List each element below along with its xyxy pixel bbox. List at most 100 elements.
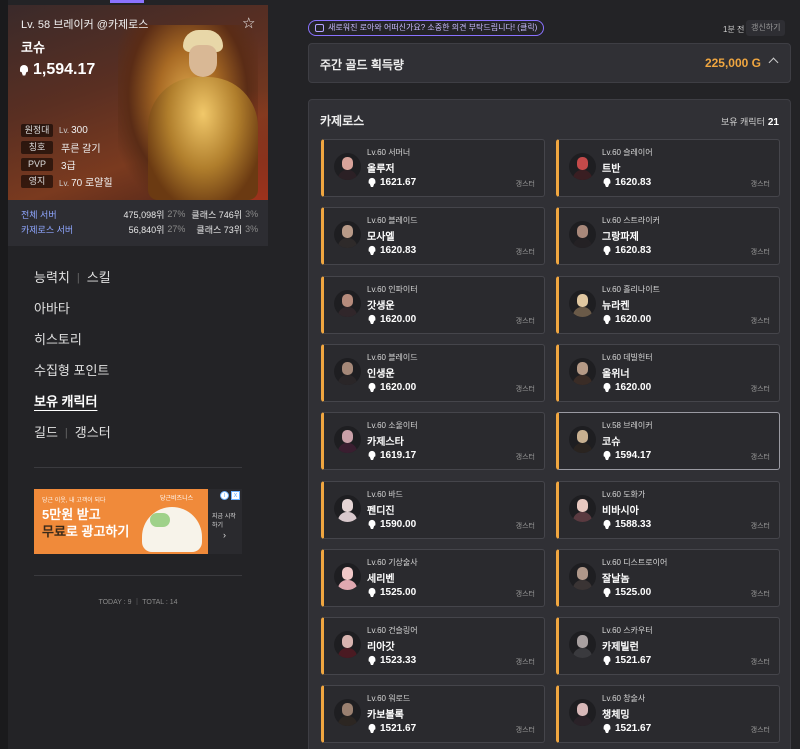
character-card[interactable]: Lv.60 데빌헌터 올위너 1620.00 갱스터 <box>556 344 780 402</box>
character-name: 잘날놈 <box>602 574 630 585</box>
character-guild-tag: 갱스터 <box>750 591 770 598</box>
character-name: 챙체밍 <box>602 710 630 721</box>
ranking-row-server: 카제로스 서버 56,840위 27% 클래스 73위 3% <box>21 222 261 236</box>
refresh-button[interactable]: 갱신하기 <box>746 20 786 36</box>
info-label: PVP <box>21 158 53 171</box>
character-item-level: 1620.00 <box>367 382 416 393</box>
info-value: Lv. 300 <box>59 125 88 136</box>
character-card[interactable]: Lv.60 홀리나이트 뉴라켄 1620.00 갱스터 <box>556 276 780 334</box>
character-name: 리아갓 <box>367 642 395 653</box>
character-item-level-value: 1525.00 <box>615 587 652 598</box>
info-row-pvp: PVP 3급 <box>21 156 113 173</box>
character-item-level-value: 1521.67 <box>615 723 652 734</box>
character-guild-tag: 갱스터 <box>750 454 770 461</box>
character-item-level: 1523.33 <box>367 655 416 666</box>
menu-item-stats[interactable]: 능력치 <box>34 268 70 288</box>
character-guild-tag: 갱스터 <box>515 591 535 598</box>
character-card[interactable]: Lv.60 슬레이어 트반 1620.83 갱스터 <box>556 139 780 197</box>
item-level-icon <box>368 314 377 324</box>
menu-item-characters[interactable]: 보유 캐릭터 <box>34 392 111 423</box>
item-level-icon <box>368 245 377 255</box>
character-item-level-value: 1594.17 <box>615 450 652 461</box>
item-level-icon <box>368 655 377 665</box>
ad-chevron-icon[interactable]: › <box>223 530 226 540</box>
character-item-level-value: 1590.00 <box>380 519 417 530</box>
character-avatar <box>334 290 361 317</box>
character-card[interactable]: Lv.60 블레이드 인생운 1620.00 갱스터 <box>321 344 545 402</box>
ad-cta-text[interactable]: 지금 시작하기 <box>212 511 236 529</box>
character-card[interactable]: Lv.58 브레이커 코슈 1594.17 갱스터 <box>556 412 780 470</box>
character-card[interactable]: Lv.60 건슬링어 리아갓 1523.33 갱스터 <box>321 617 545 675</box>
ad-banner[interactable]: 당근 이웃, 내 고객이 되다 당근비즈니스 5만원 받고 무료로 광고하기 지… <box>34 489 242 554</box>
character-class: Lv.60 홀리나이트 <box>602 285 660 294</box>
character-card[interactable]: Lv.60 바드 펜디진 1590.00 갱스터 <box>321 481 545 539</box>
character-item-level: 1620.83 <box>602 245 651 256</box>
item-level-icon <box>603 382 612 392</box>
ad-mascot-image <box>142 507 202 552</box>
character-card[interactable]: Lv.60 블레이드 모사엘 1620.83 갱스터 <box>321 207 545 265</box>
character-item-level: 1620.00 <box>367 314 416 325</box>
menu-row-guild: 길드 | 갱스터 <box>34 423 111 454</box>
item-level-icon <box>603 245 612 255</box>
divider <box>34 467 242 468</box>
menu-item-collectibles[interactable]: 수집형 포인트 <box>34 361 111 392</box>
character-guild-tag: 갱스터 <box>515 523 535 530</box>
character-card[interactable]: Lv.60 워로드 카보볼록 1521.67 갱스터 <box>321 685 545 743</box>
menu-row-stats-skills: 능력치 | 스킬 <box>34 268 111 299</box>
character-name: 트반 <box>602 164 621 175</box>
item-level-icon <box>368 382 377 392</box>
character-card[interactable]: Lv.60 스트라이커 그랑파제 1620.83 갱스터 <box>556 207 780 265</box>
character-class: Lv.60 블레이드 <box>367 353 418 362</box>
ad-close-icon[interactable]: x <box>231 491 240 500</box>
main-content: 새로워진 로아와 어떠신가요? 소중한 의견 부탁드립니다! (클릭) 1분 전… <box>295 0 800 749</box>
ranking-value: 475,098위 <box>123 209 165 220</box>
weekly-gold-panel[interactable]: 주간 골드 획득량 225,000 G <box>308 43 791 83</box>
character-guild-tag: 갱스터 <box>750 659 770 666</box>
ad-info-icon[interactable]: i <box>220 491 229 500</box>
character-card[interactable]: Lv.60 기상술사 세리벤 1525.00 갱스터 <box>321 549 545 607</box>
character-item-level: 1521.67 <box>367 723 416 734</box>
character-card[interactable]: Lv.60 서머너 올루저 1621.67 갱스터 <box>321 139 545 197</box>
character-card[interactable]: Lv.60 도화가 비바시아 1588.33 갱스터 <box>556 481 780 539</box>
feedback-pill[interactable]: 새로워진 로아와 어떠신가요? 소중한 의견 부탁드립니다! (클릭) <box>308 20 545 36</box>
item-level-icon <box>603 177 612 187</box>
character-card[interactable]: Lv.60 소울이터 카제스타 1619.17 갱스터 <box>321 412 545 470</box>
info-label: 칭호 <box>21 141 53 154</box>
character-item-level-value: 1521.67 <box>615 655 652 666</box>
menu-item-skills[interactable]: 스킬 <box>87 268 111 288</box>
ranking-percent: 27% <box>167 209 186 219</box>
menu-item-avatar[interactable]: 아바타 <box>34 299 111 330</box>
page: Lv. 58 브레이커 @카제로스 ☆ 코슈 1,594.17 원정대 Lv. 3… <box>0 0 800 749</box>
character-class: Lv.60 소울이터 <box>367 421 418 430</box>
character-class: Lv.60 기상술사 <box>367 558 418 567</box>
profile-item-level: 1,594.17 <box>19 61 95 79</box>
item-level-icon <box>368 587 377 597</box>
menu-item-history[interactable]: 히스토리 <box>34 330 111 361</box>
character-card[interactable]: Lv.60 디스트로이어 잘날놈 1525.00 갱스터 <box>556 549 780 607</box>
character-item-level: 1621.67 <box>367 177 416 188</box>
character-item-level-value: 1620.00 <box>615 314 652 325</box>
character-item-level-value: 1620.00 <box>615 382 652 393</box>
menu-item-gangster[interactable]: 갱스터 <box>75 423 111 443</box>
character-card[interactable]: Lv.60 창술사 챙체밍 1521.67 갱스터 <box>556 685 780 743</box>
character-item-level: 1590.00 <box>367 519 416 530</box>
character-name: 카제빌런 <box>602 642 639 653</box>
character-avatar <box>334 699 361 726</box>
character-guild-tag: 갱스터 <box>515 727 535 734</box>
chevron-up-icon[interactable] <box>769 56 778 65</box>
character-name: 뉴라켄 <box>602 301 630 312</box>
character-name: 갓생운 <box>367 301 395 312</box>
favorite-star-icon[interactable]: ☆ <box>242 14 255 32</box>
character-class: Lv.60 서머너 <box>367 148 411 157</box>
feedback-text: 새로워진 로아와 어떠신가요? 소중한 의견 부탁드립니다! (클릭) <box>328 23 538 32</box>
menu-item-guild[interactable]: 길드 <box>34 423 58 443</box>
character-card[interactable]: Lv.60 인파이터 갓생운 1620.00 갱스터 <box>321 276 545 334</box>
ranking-row-all: 전체 서버 475,098위 27% 클래스 746위 3% <box>21 207 261 221</box>
info-value: 푸른 갈기 <box>61 144 101 155</box>
character-item-level: 1588.33 <box>602 519 651 530</box>
last-updated: 1분 전 <box>723 25 745 34</box>
character-card[interactable]: Lv.60 스카우터 카제빌런 1521.67 갱스터 <box>556 617 780 675</box>
character-item-level-value: 1521.67 <box>380 723 417 734</box>
class-ranking-value: 클래스 746위 <box>191 209 243 220</box>
character-guild-tag: 갱스터 <box>515 249 535 256</box>
